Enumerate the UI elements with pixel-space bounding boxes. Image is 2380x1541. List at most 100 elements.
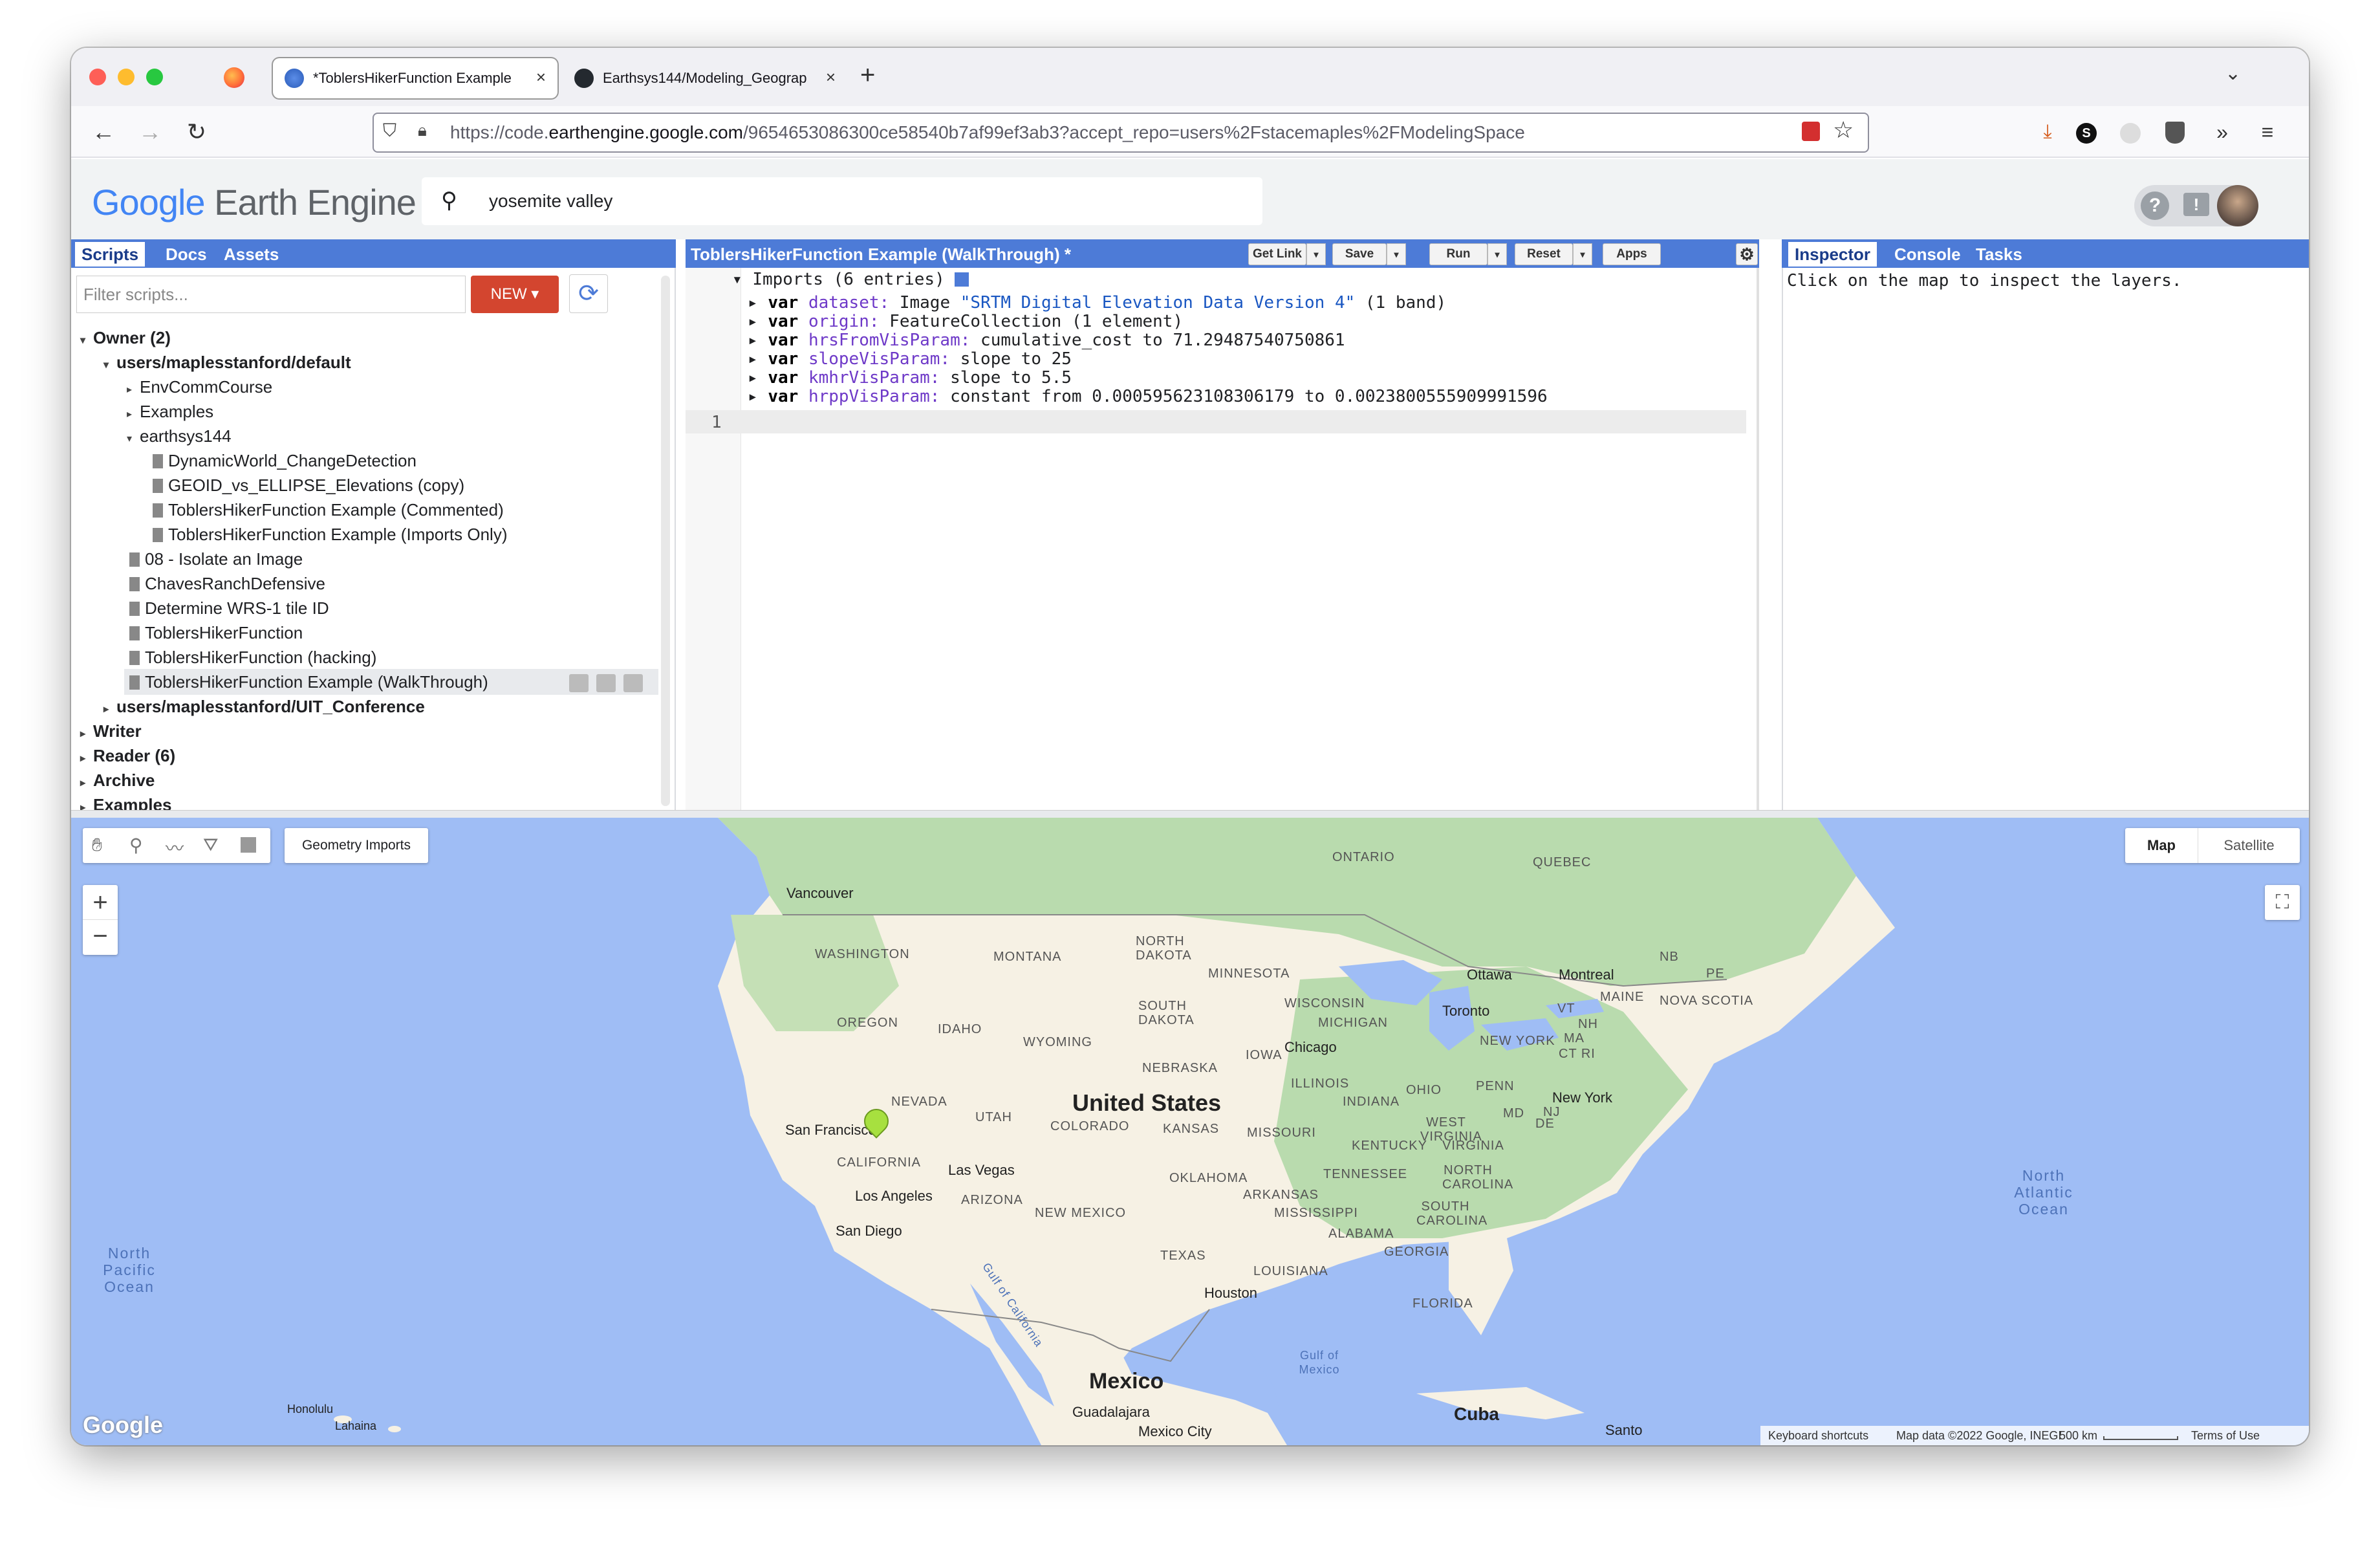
tree-file[interactable]: ChavesRanchDefensive [129, 572, 325, 595]
tree-file-selected[interactable]: ToblersHikerFunction Example (WalkThroug… [129, 670, 488, 694]
tree-owner[interactable]: ▾ Owner (2) [80, 326, 171, 353]
tree-folder[interactable]: ▸ Examples [127, 400, 213, 426]
ublock-icon[interactable] [2165, 122, 2185, 144]
import-row[interactable]: ▸ var hrppVisParam: constant from 0.0005… [748, 388, 1548, 406]
tab-tasks[interactable]: Tasks [1969, 242, 2029, 267]
tab-docs[interactable]: Docs [159, 242, 213, 267]
tree-file[interactable]: DynamicWorld_ChangeDetection [153, 449, 416, 472]
extension-s-icon[interactable]: S [2076, 123, 2097, 144]
scrollbar[interactable] [661, 276, 670, 806]
downloads-icon[interactable]: ⤓ [2031, 115, 2064, 149]
close-tab-icon[interactable]: × [826, 67, 836, 87]
new-script-button[interactable]: NEW ▾ [471, 276, 559, 313]
fullscreen-icon[interactable]: ⛶ [2265, 885, 2300, 920]
editor-divider[interactable] [1757, 268, 1759, 810]
keyboard-shortcuts-link[interactable]: Keyboard shortcuts [1768, 1426, 1868, 1445]
import-row[interactable]: ▸ var kmhrVisParam: slope to 5.5 [748, 369, 1072, 388]
draw-line-icon[interactable]: 〰 [166, 835, 184, 860]
map-splitter[interactable] [71, 810, 2309, 818]
map-type-satellite[interactable]: Satellite [2198, 828, 2300, 863]
pdf-extension-icon[interactable] [1802, 122, 1820, 141]
apps-button[interactable]: Apps [1603, 243, 1661, 265]
map-label: GEORGIA [1384, 1245, 1449, 1259]
back-icon[interactable]: ← [87, 115, 120, 149]
map-data-attribution: Map data ©2022 Google, INEGI [1896, 1429, 2062, 1442]
refresh-icon[interactable]: ⟳ [569, 274, 608, 313]
hand-pan-icon[interactable]: ✋︎ [92, 835, 102, 856]
tree-repo-uit[interactable]: ▸ users/maplesstanford/UIT_Conference [103, 695, 425, 721]
imports-header[interactable]: ▾ Imports (6 entries) [732, 270, 969, 289]
tab-scripts[interactable]: Scripts [75, 242, 146, 267]
help-icon[interactable]: ? [2141, 191, 2169, 220]
import-row[interactable]: ▸ var hrsFromVisParam: cumulative_cost t… [748, 331, 1345, 350]
tree-file[interactable]: GEOID_vs_ELLIPSE_Elevations (copy) [153, 474, 464, 497]
tree-group[interactable]: ▸ Archive [80, 769, 155, 795]
import-row[interactable]: ▸ var slopeVisParam: slope to 25 [748, 350, 1072, 369]
save-dropdown[interactable]: ▾ [1387, 243, 1406, 265]
url-bar[interactable]: https://code.earthengine.google.com/9654… [373, 113, 1869, 153]
reset-dropdown[interactable]: ▾ [1573, 243, 1592, 265]
import-row[interactable]: ▸ var origin: FeatureCollection (1 eleme… [748, 312, 1183, 331]
tab-console[interactable]: Console [1888, 242, 1967, 267]
tab-assets[interactable]: Assets [217, 242, 285, 267]
new-tab-icon[interactable]: + [860, 61, 875, 90]
tab-github[interactable]: Earthsys144/Modeling_Geograp × [563, 58, 847, 98]
close-tab-icon[interactable]: × [536, 67, 546, 87]
list-tabs-icon[interactable]: ⌄ [2225, 62, 2241, 85]
tree-group[interactable]: ▸ Writer [80, 719, 142, 746]
tree-file[interactable]: 08 - Isolate an Image [129, 547, 303, 571]
close-window-button[interactable] [89, 69, 106, 85]
map-label: WYOMING [1023, 1035, 1092, 1049]
add-marker-icon[interactable]: ⚲ [129, 835, 143, 856]
overflow-icon[interactable]: » [2205, 115, 2239, 149]
user-avatar[interactable] [2217, 185, 2258, 226]
save-button[interactable]: Save [1332, 243, 1387, 265]
code-editor[interactable]: ▾ Imports (6 entries) ▸ var dataset: Ima… [686, 268, 1759, 810]
imports-panel-icon[interactable] [955, 272, 969, 287]
reload-icon[interactable]: ↻ [180, 115, 213, 149]
scale-label[interactable]: 500 km [2059, 1426, 2097, 1445]
map-canvas[interactable]: ✋︎ ⚲ 〰 ⛛ Geometry Imports + − Map Satell… [71, 818, 2309, 1445]
zoom-out-button[interactable]: − [83, 920, 118, 955]
bookmark-star-icon[interactable]: ☆ [1833, 116, 1854, 144]
tree-group[interactable]: ▸ Examples [80, 793, 171, 810]
get-link-dropdown[interactable]: ▾ [1306, 243, 1326, 265]
run-dropdown[interactable]: ▾ [1488, 243, 1507, 265]
map-type-map[interactable]: Map [2125, 828, 2198, 863]
tree-file[interactable]: ToblersHikerFunction Example (Imports On… [153, 523, 508, 546]
terms-link[interactable]: Terms of Use [2191, 1426, 2260, 1445]
reset-button[interactable]: Reset [1515, 243, 1573, 265]
forward-icon[interactable]: → [133, 115, 167, 149]
tracking-protection-icon[interactable]: ⛉ [383, 120, 396, 142]
menu-icon[interactable]: ≡ [2251, 115, 2284, 149]
feedback-icon[interactable]: ! [2183, 193, 2209, 216]
tree-file[interactable]: ToblersHikerFunction Example (Commented) [153, 498, 504, 521]
tree-folder[interactable]: ▾ earthsys144 [127, 424, 232, 451]
tree-file[interactable]: ToblersHikerFunction [129, 621, 303, 644]
delete-icon[interactable] [623, 674, 643, 692]
history-icon[interactable] [569, 674, 589, 692]
draw-shape-icon[interactable]: ⛛ [203, 835, 219, 856]
tree-group[interactable]: ▸ Reader (6) [80, 744, 175, 770]
tree-repo-default[interactable]: ▾ users/maplesstanford/default [103, 351, 351, 377]
tree-file[interactable]: ToblersHikerFunction (hacking) [129, 646, 376, 669]
extension-grey-icon[interactable] [2120, 123, 2141, 144]
get-link-button[interactable]: Get Link [1248, 243, 1306, 265]
tree-file[interactable]: Determine WRS-1 tile ID [129, 596, 329, 620]
run-button[interactable]: Run [1429, 243, 1488, 265]
filter-scripts-input[interactable]: Filter scripts... [76, 276, 466, 313]
draw-rectangle-icon[interactable] [241, 837, 256, 853]
tab-inspector[interactable]: Inspector [1788, 242, 1877, 267]
zoom-in-button[interactable]: + [83, 885, 118, 920]
search-input[interactable]: yosemite valley [422, 177, 1262, 225]
tree-folder[interactable]: ▸ EnvCommCourse [127, 375, 272, 402]
geometry-imports-button[interactable]: Geometry Imports [285, 828, 428, 863]
lock-icon[interactable]: 🔒︎ [418, 120, 427, 141]
maximize-window-button[interactable] [146, 69, 163, 85]
tab-gee-script[interactable]: *ToblersHikerFunction Example × [273, 58, 557, 98]
settings-gear-icon[interactable]: ⚙ [1736, 243, 1758, 265]
minimize-window-button[interactable] [118, 69, 135, 85]
firefox-icon[interactable] [224, 67, 244, 88]
import-row[interactable]: ▸ var dataset: Image "SRTM Digital Eleva… [748, 294, 1446, 312]
rename-icon[interactable] [596, 674, 616, 692]
